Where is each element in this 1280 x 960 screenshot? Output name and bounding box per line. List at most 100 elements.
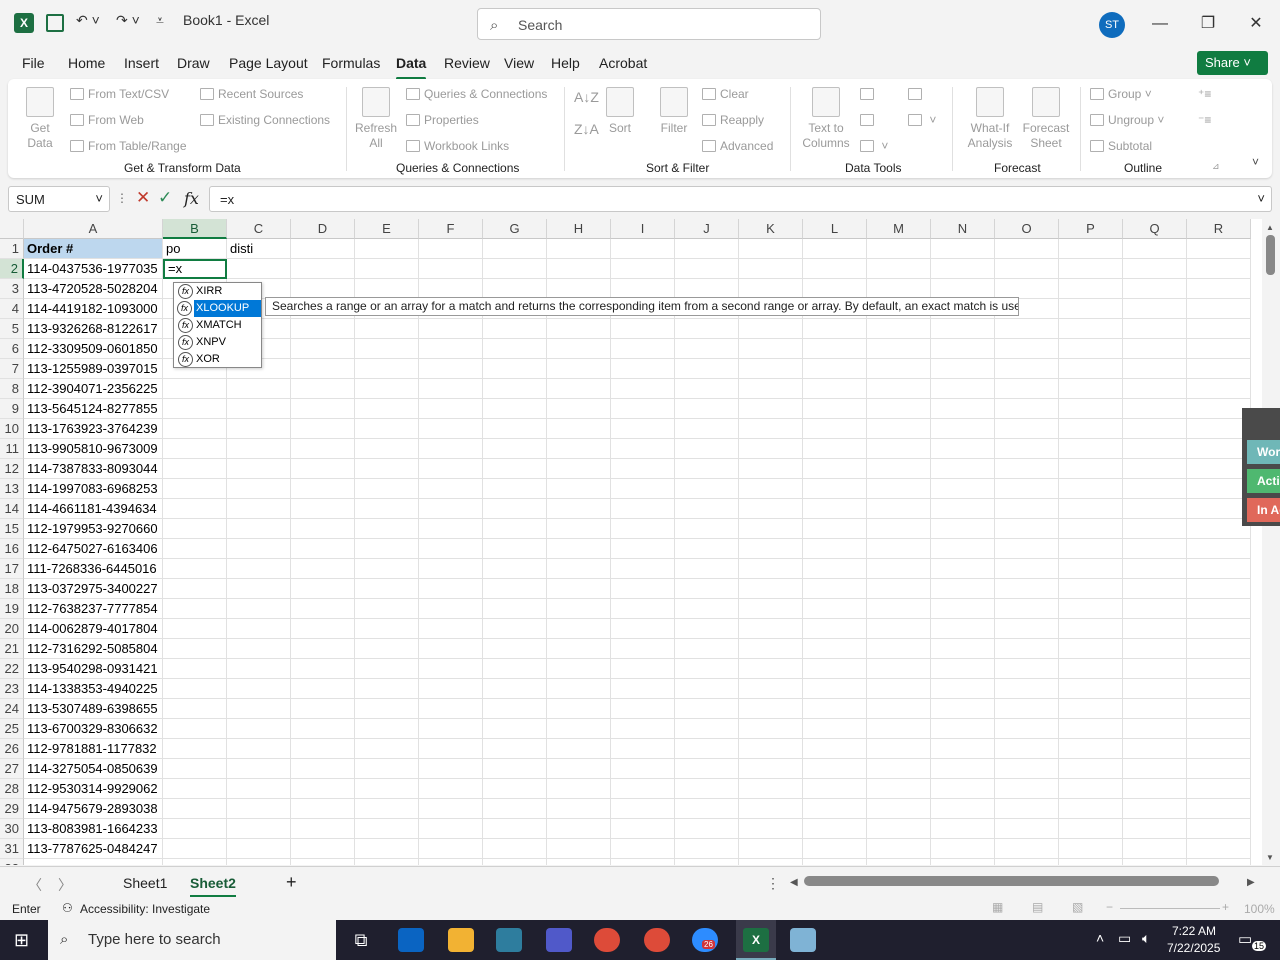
cell[interactable] bbox=[547, 499, 611, 519]
cell[interactable] bbox=[355, 859, 419, 865]
order-cell[interactable]: 114-4419182-1093000 bbox=[24, 299, 163, 319]
cell[interactable] bbox=[675, 239, 739, 259]
what-if-analysis-button[interactable]: What-If Analysis bbox=[960, 87, 1020, 151]
cell[interactable] bbox=[227, 779, 291, 799]
cell[interactable] bbox=[483, 659, 547, 679]
cell[interactable] bbox=[675, 359, 739, 379]
cell[interactable] bbox=[227, 839, 291, 859]
cell[interactable] bbox=[355, 279, 419, 299]
cell[interactable] bbox=[419, 499, 483, 519]
collapse-ribbon-icon[interactable]: ˅ bbox=[1252, 155, 1259, 169]
relationships-icon[interactable]: ˅ bbox=[908, 113, 936, 127]
row-header-15[interactable]: 15 bbox=[0, 519, 24, 539]
cell[interactable] bbox=[867, 459, 931, 479]
cell[interactable] bbox=[227, 459, 291, 479]
outlook-icon[interactable] bbox=[398, 928, 424, 952]
add-sheet-icon[interactable]: + bbox=[286, 872, 297, 893]
cell[interactable] bbox=[483, 519, 547, 539]
cell[interactable] bbox=[355, 839, 419, 859]
cell[interactable] bbox=[227, 399, 291, 419]
cell[interactable] bbox=[355, 739, 419, 759]
notification-center-icon[interactable]: ▭ bbox=[1238, 930, 1252, 948]
cell[interactable] bbox=[867, 259, 931, 279]
cell[interactable] bbox=[483, 259, 547, 279]
cell[interactable] bbox=[1123, 819, 1187, 839]
row-header-27[interactable]: 27 bbox=[0, 759, 24, 779]
cell[interactable] bbox=[1059, 699, 1123, 719]
zoom-slider[interactable] bbox=[1120, 908, 1220, 909]
cell[interactable] bbox=[291, 319, 355, 339]
cell[interactable] bbox=[995, 859, 1059, 865]
cell[interactable] bbox=[483, 759, 547, 779]
row-header-7[interactable]: 7 bbox=[0, 359, 24, 379]
cell[interactable] bbox=[739, 479, 803, 499]
cell[interactable] bbox=[611, 339, 675, 359]
cell[interactable] bbox=[227, 639, 291, 659]
cell[interactable] bbox=[867, 499, 931, 519]
cell[interactable] bbox=[1187, 619, 1251, 639]
next-sheet-icon[interactable]: 〉 bbox=[58, 875, 72, 895]
cell[interactable] bbox=[547, 319, 611, 339]
cell[interactable] bbox=[739, 339, 803, 359]
row-header-6[interactable]: 6 bbox=[0, 339, 24, 359]
flash-fill-icon[interactable] bbox=[860, 87, 878, 101]
cell[interactable] bbox=[483, 439, 547, 459]
cell[interactable] bbox=[611, 239, 675, 259]
cell[interactable] bbox=[803, 579, 867, 599]
cell[interactable] bbox=[419, 479, 483, 499]
cell[interactable] bbox=[739, 559, 803, 579]
cell[interactable] bbox=[1059, 619, 1123, 639]
cell[interactable] bbox=[547, 479, 611, 499]
tab-acrobat[interactable]: Acrobat bbox=[599, 55, 647, 71]
cell[interactable] bbox=[675, 339, 739, 359]
order-cell[interactable]: 113-8083981-1664233 bbox=[24, 819, 163, 839]
cell[interactable] bbox=[995, 639, 1059, 659]
cell[interactable] bbox=[995, 379, 1059, 399]
cell[interactable] bbox=[291, 579, 355, 599]
cell[interactable] bbox=[355, 659, 419, 679]
cell[interactable] bbox=[867, 379, 931, 399]
cell[interactable] bbox=[163, 439, 227, 459]
cell[interactable] bbox=[803, 399, 867, 419]
cell[interactable] bbox=[547, 799, 611, 819]
cell[interactable] bbox=[739, 779, 803, 799]
cell[interactable] bbox=[611, 279, 675, 299]
cell[interactable] bbox=[547, 239, 611, 259]
cell[interactable] bbox=[1123, 319, 1187, 339]
cell[interactable] bbox=[675, 759, 739, 779]
cell[interactable] bbox=[931, 259, 995, 279]
cell[interactable] bbox=[1187, 679, 1251, 699]
scroll-down-icon[interactable]: ▼ bbox=[1266, 853, 1274, 862]
cell[interactable] bbox=[547, 279, 611, 299]
cell[interactable] bbox=[1123, 439, 1187, 459]
cell[interactable] bbox=[419, 399, 483, 419]
cell[interactable] bbox=[995, 359, 1059, 379]
outline-settings-icon[interactable]: ⊿ bbox=[1212, 161, 1220, 172]
cell[interactable] bbox=[419, 339, 483, 359]
cell[interactable] bbox=[163, 839, 227, 859]
name-box[interactable]: SUM ˅ bbox=[8, 186, 110, 212]
cell[interactable] bbox=[419, 739, 483, 759]
row-header-18[interactable]: 18 bbox=[0, 579, 24, 599]
cell[interactable] bbox=[291, 439, 355, 459]
cell[interactable] bbox=[291, 819, 355, 839]
cell[interactable] bbox=[675, 319, 739, 339]
cell[interactable] bbox=[291, 459, 355, 479]
cell[interactable] bbox=[291, 339, 355, 359]
page-layout-view-icon[interactable]: ▤ bbox=[1032, 900, 1043, 914]
cell[interactable] bbox=[995, 399, 1059, 419]
cell[interactable] bbox=[995, 239, 1059, 259]
cell[interactable] bbox=[355, 579, 419, 599]
order-cell[interactable]: 112-3904071-2356225 bbox=[24, 379, 163, 399]
cell[interactable] bbox=[739, 239, 803, 259]
cell[interactable] bbox=[547, 859, 611, 865]
cell[interactable] bbox=[547, 359, 611, 379]
cell[interactable] bbox=[1059, 719, 1123, 739]
cell[interactable] bbox=[995, 839, 1059, 859]
cell[interactable] bbox=[483, 599, 547, 619]
restore-icon[interactable]: ❐ bbox=[1193, 10, 1223, 38]
cell[interactable] bbox=[1123, 599, 1187, 619]
cell[interactable] bbox=[227, 759, 291, 779]
cell[interactable] bbox=[163, 719, 227, 739]
column-header-p[interactable]: P bbox=[1059, 219, 1123, 239]
